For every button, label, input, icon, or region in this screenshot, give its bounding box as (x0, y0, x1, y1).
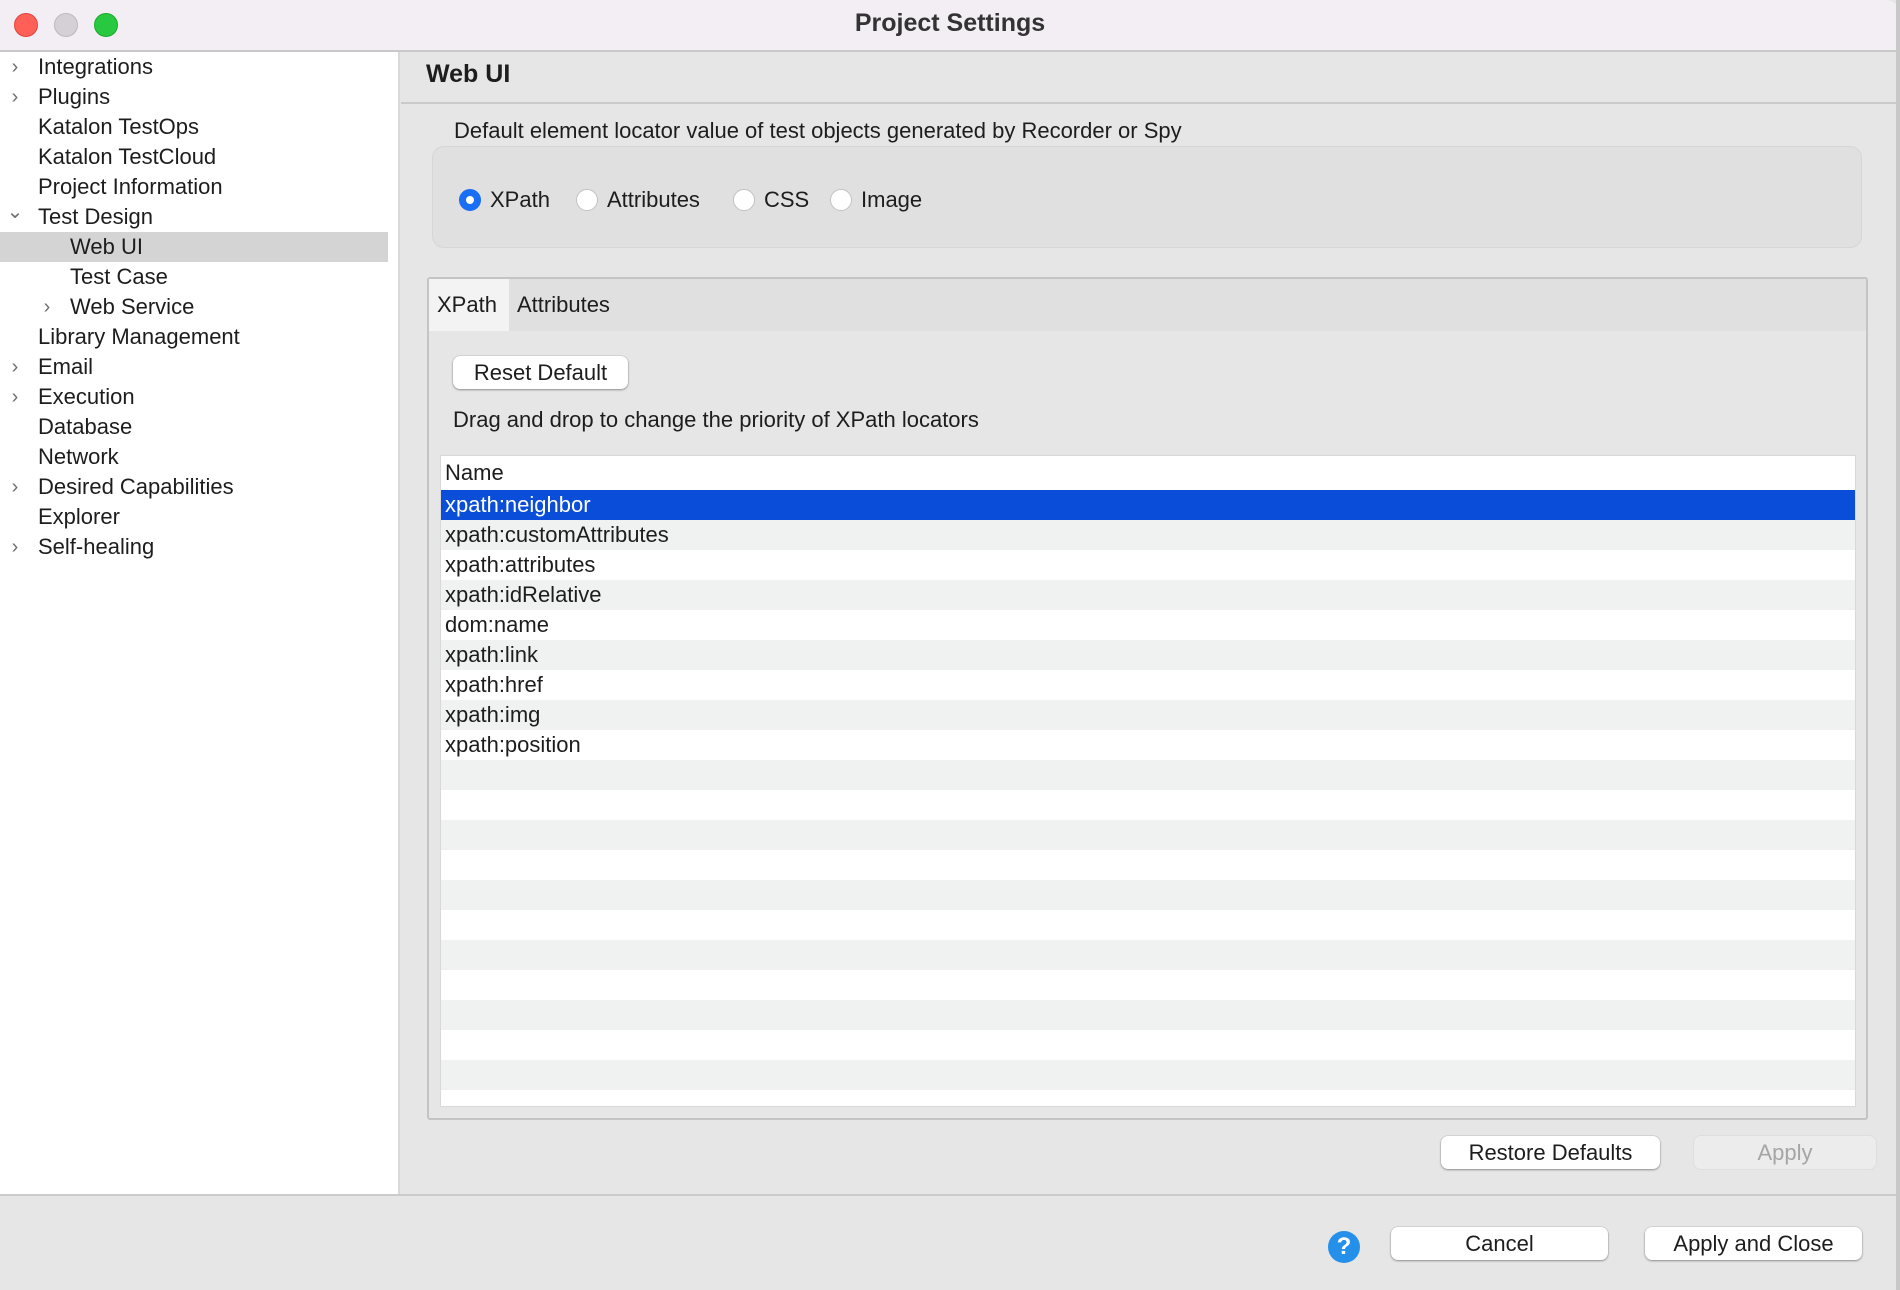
apply-and-close-button[interactable]: Apply and Close (1645, 1227, 1862, 1260)
sidebar-item-network[interactable]: Network (0, 442, 388, 472)
table-row[interactable]: xpath:link (441, 640, 1855, 670)
sidebar-item-label: Web UI (70, 234, 143, 259)
window-edge (1896, 0, 1900, 1290)
empty-table-row (441, 790, 1855, 820)
radio-image[interactable]: Image (830, 187, 922, 213)
radio-css[interactable]: CSS (733, 187, 809, 213)
radio-indicator (830, 189, 852, 211)
radio-label: Attributes (607, 187, 700, 212)
sidebar-item-plugins[interactable]: › Plugins (0, 82, 388, 112)
help-icon[interactable]: ? (1328, 1231, 1360, 1263)
column-header-name[interactable]: Name (441, 456, 1855, 490)
table-row[interactable]: xpath:position (441, 730, 1855, 760)
empty-table-row (441, 760, 1855, 790)
sidebar-item-self-healing[interactable]: › Self-healing (0, 532, 388, 562)
sidebar-item-label: Desired Capabilities (38, 474, 234, 499)
locator-tab-folder: XPath Attributes Reset Default Drag and … (427, 277, 1868, 1120)
empty-table-row (441, 880, 1855, 910)
sidebar-item-katalon-testcloud[interactable]: Katalon TestCloud (0, 142, 388, 172)
empty-table-row (441, 970, 1855, 1000)
radio-label: Image (861, 187, 923, 212)
locator-radio-group: XPath Attributes CSS Image (432, 146, 1862, 248)
restore-defaults-button[interactable]: Restore Defaults (1441, 1136, 1660, 1169)
table-row[interactable]: xpath:img (441, 700, 1855, 730)
sidebar-item-desired-capabilities[interactable]: › Desired Capabilities (0, 472, 388, 502)
sidebar-item-label: Execution (38, 384, 135, 409)
empty-table-row (441, 940, 1855, 970)
empty-table-row (441, 820, 1855, 850)
sidebar-item-label: Email (38, 354, 94, 379)
sidebar-item-test-case[interactable]: Test Case (0, 262, 388, 292)
chevron-right-icon[interactable]: › (5, 352, 25, 382)
sidebar-item-web-ui[interactable]: Web UI (0, 232, 388, 262)
cancel-button[interactable]: Cancel (1391, 1227, 1608, 1260)
sidebar-item-email[interactable]: › Email (0, 352, 388, 382)
radio-label: XPath (490, 187, 550, 212)
locator-description: Default element locator value of test ob… (454, 118, 1182, 143)
panel-header: Web UI (401, 52, 1900, 104)
chevron-right-icon[interactable]: › (5, 472, 25, 502)
radio-indicator (733, 189, 755, 211)
sidebar-item-test-design[interactable]: ⌄ Test Design (0, 201, 388, 232)
sidebar-item-explorer[interactable]: Explorer (0, 502, 388, 532)
reset-default-button[interactable]: Reset Default (453, 356, 628, 389)
settings-tree: › Integrations › Plugins Katalon TestOps Kata… (0, 52, 400, 1194)
sidebar-item-label: Integrations (38, 54, 153, 79)
title-bar: Project Settings (0, 0, 1900, 52)
table-row[interactable]: xpath:attributes (441, 550, 1855, 580)
tab-bar: XPath Attributes (429, 279, 1866, 331)
chevron-right-icon[interactable]: › (5, 52, 25, 82)
table-row[interactable]: xpath:customAttributes (441, 520, 1855, 550)
window-title: Project Settings (854, 9, 1046, 37)
chevron-right-icon[interactable]: › (37, 292, 57, 322)
sidebar-item-label: Test Design (38, 204, 153, 229)
xpath-priority-table: Name xpath:neighbor xpath:customAttribute… (440, 455, 1856, 1107)
sidebar-item-execution[interactable]: › Execution (0, 382, 388, 412)
empty-table-row (441, 910, 1855, 940)
chevron-right-icon[interactable]: › (5, 82, 25, 112)
apply-button[interactable]: Apply (1694, 1136, 1876, 1169)
footer-divider (0, 1194, 1900, 1196)
tab-xpath[interactable]: XPath (429, 279, 509, 331)
sidebar-item-integrations[interactable]: › Integrations (0, 52, 388, 82)
sidebar-item-label: Web Service (70, 294, 195, 319)
sidebar-item-web-service[interactable]: › Web Service (0, 292, 388, 322)
empty-table-row (441, 850, 1855, 880)
sidebar-item-label: Database (38, 414, 133, 439)
empty-table-row (441, 1000, 1855, 1030)
tab-attributes[interactable]: Attributes (509, 279, 618, 331)
sidebar-item-label: Katalon TestCloud (38, 144, 217, 169)
empty-table-row (441, 1030, 1855, 1060)
sidebar-item-katalon-testops[interactable]: Katalon TestOps (0, 112, 388, 142)
sidebar-item-label: Self-healing (38, 534, 155, 559)
sidebar-item-label: Katalon TestOps (38, 114, 200, 139)
sidebar-item-library-management[interactable]: Library Management (0, 322, 388, 352)
table-row[interactable]: xpath:idRelative (441, 580, 1855, 610)
sidebar-item-database[interactable]: Database (0, 412, 388, 442)
chevron-right-icon[interactable]: › (5, 382, 25, 412)
empty-table-row (441, 1060, 1855, 1090)
sidebar-item-label: Explorer (38, 504, 120, 529)
radio-xpath[interactable]: XPath (459, 187, 550, 213)
table-row[interactable]: dom:name (441, 610, 1855, 640)
sidebar-item-label: Plugins (38, 84, 111, 109)
radio-indicator (459, 189, 481, 211)
sidebar-item-label: Project Information (38, 174, 223, 199)
sidebar-item-label: Test Case (70, 264, 168, 289)
table-row[interactable]: xpath:href (441, 670, 1855, 700)
table-row[interactable]: xpath:neighbor (441, 490, 1855, 520)
radio-label: CSS (764, 187, 810, 212)
sidebar-item-label: Network (38, 444, 119, 469)
sidebar-item-project-information[interactable]: Project Information (0, 172, 388, 202)
page-title: Web UI (426, 60, 511, 88)
drag-hint: Drag and drop to change the priority of … (453, 407, 979, 432)
chevron-right-icon[interactable]: › (5, 532, 25, 562)
chevron-down-icon[interactable]: ⌄ (5, 197, 25, 227)
radio-indicator (576, 189, 598, 211)
sidebar-item-label: Library Management (38, 324, 240, 349)
radio-attributes[interactable]: Attributes (576, 187, 700, 213)
